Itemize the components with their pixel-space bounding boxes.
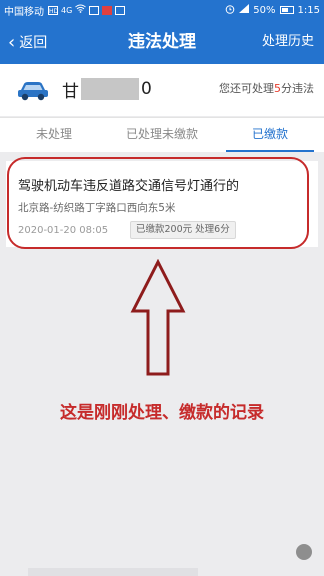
wifi-icon	[75, 4, 87, 16]
highlight-outline	[7, 157, 309, 249]
battery-percent: 50%	[253, 4, 276, 16]
vehicle-bar: 甘 0 您还可处理5分违法	[0, 64, 324, 116]
status-right: 50% 1:15	[225, 4, 320, 17]
nav-bar: ‹ 返回 违法处理 处理历史	[0, 20, 324, 64]
history-button[interactable]: 处理历史	[262, 20, 314, 64]
watermark	[296, 544, 316, 560]
clock: 1:15	[297, 4, 320, 16]
points-quota: 您还可处理5分违法	[219, 80, 314, 96]
plate-redaction	[81, 78, 139, 100]
back-button[interactable]: ‹ 返回	[8, 20, 47, 64]
car-icon	[18, 82, 48, 101]
status-bar: 中国移动 HD 4G 50% 1:15	[0, 0, 324, 20]
plate-number: 甘 0	[62, 78, 152, 102]
quota-number: 5	[274, 82, 281, 95]
chevron-left-icon: ‹	[8, 31, 16, 53]
tab-processed-unpaid[interactable]: 已处理未缴款	[108, 118, 216, 152]
carrier-name: 中国移动	[4, 6, 44, 18]
back-label: 返回	[19, 35, 48, 51]
tab-paid[interactable]: 已缴款	[216, 118, 324, 152]
notification-icon	[89, 5, 100, 15]
annotation-caption: 这是刚刚处理、缴款的记录	[60, 403, 264, 423]
status-icons: HD 4G	[48, 4, 126, 16]
alarm-icon	[225, 4, 235, 17]
quota-prefix: 您还可处理	[219, 82, 274, 95]
watermark-logo-icon	[296, 544, 312, 560]
next-item-partial	[28, 568, 198, 576]
plate-prefix: 甘	[62, 81, 79, 102]
hd-icon: HD	[48, 5, 59, 15]
tab-unprocessed[interactable]: 未处理	[0, 118, 108, 152]
message-icon	[115, 5, 126, 15]
status-tabs: 未处理 已处理未缴款 已缴款	[0, 117, 324, 152]
cellular-icon	[239, 4, 250, 16]
app-badge-icon	[102, 5, 113, 15]
up-arrow-icon	[130, 259, 186, 376]
signal-icon: 4G	[61, 5, 73, 15]
plate-suffix: 0	[141, 79, 152, 99]
battery-icon	[279, 6, 294, 14]
quota-suffix: 分违法	[281, 82, 314, 95]
